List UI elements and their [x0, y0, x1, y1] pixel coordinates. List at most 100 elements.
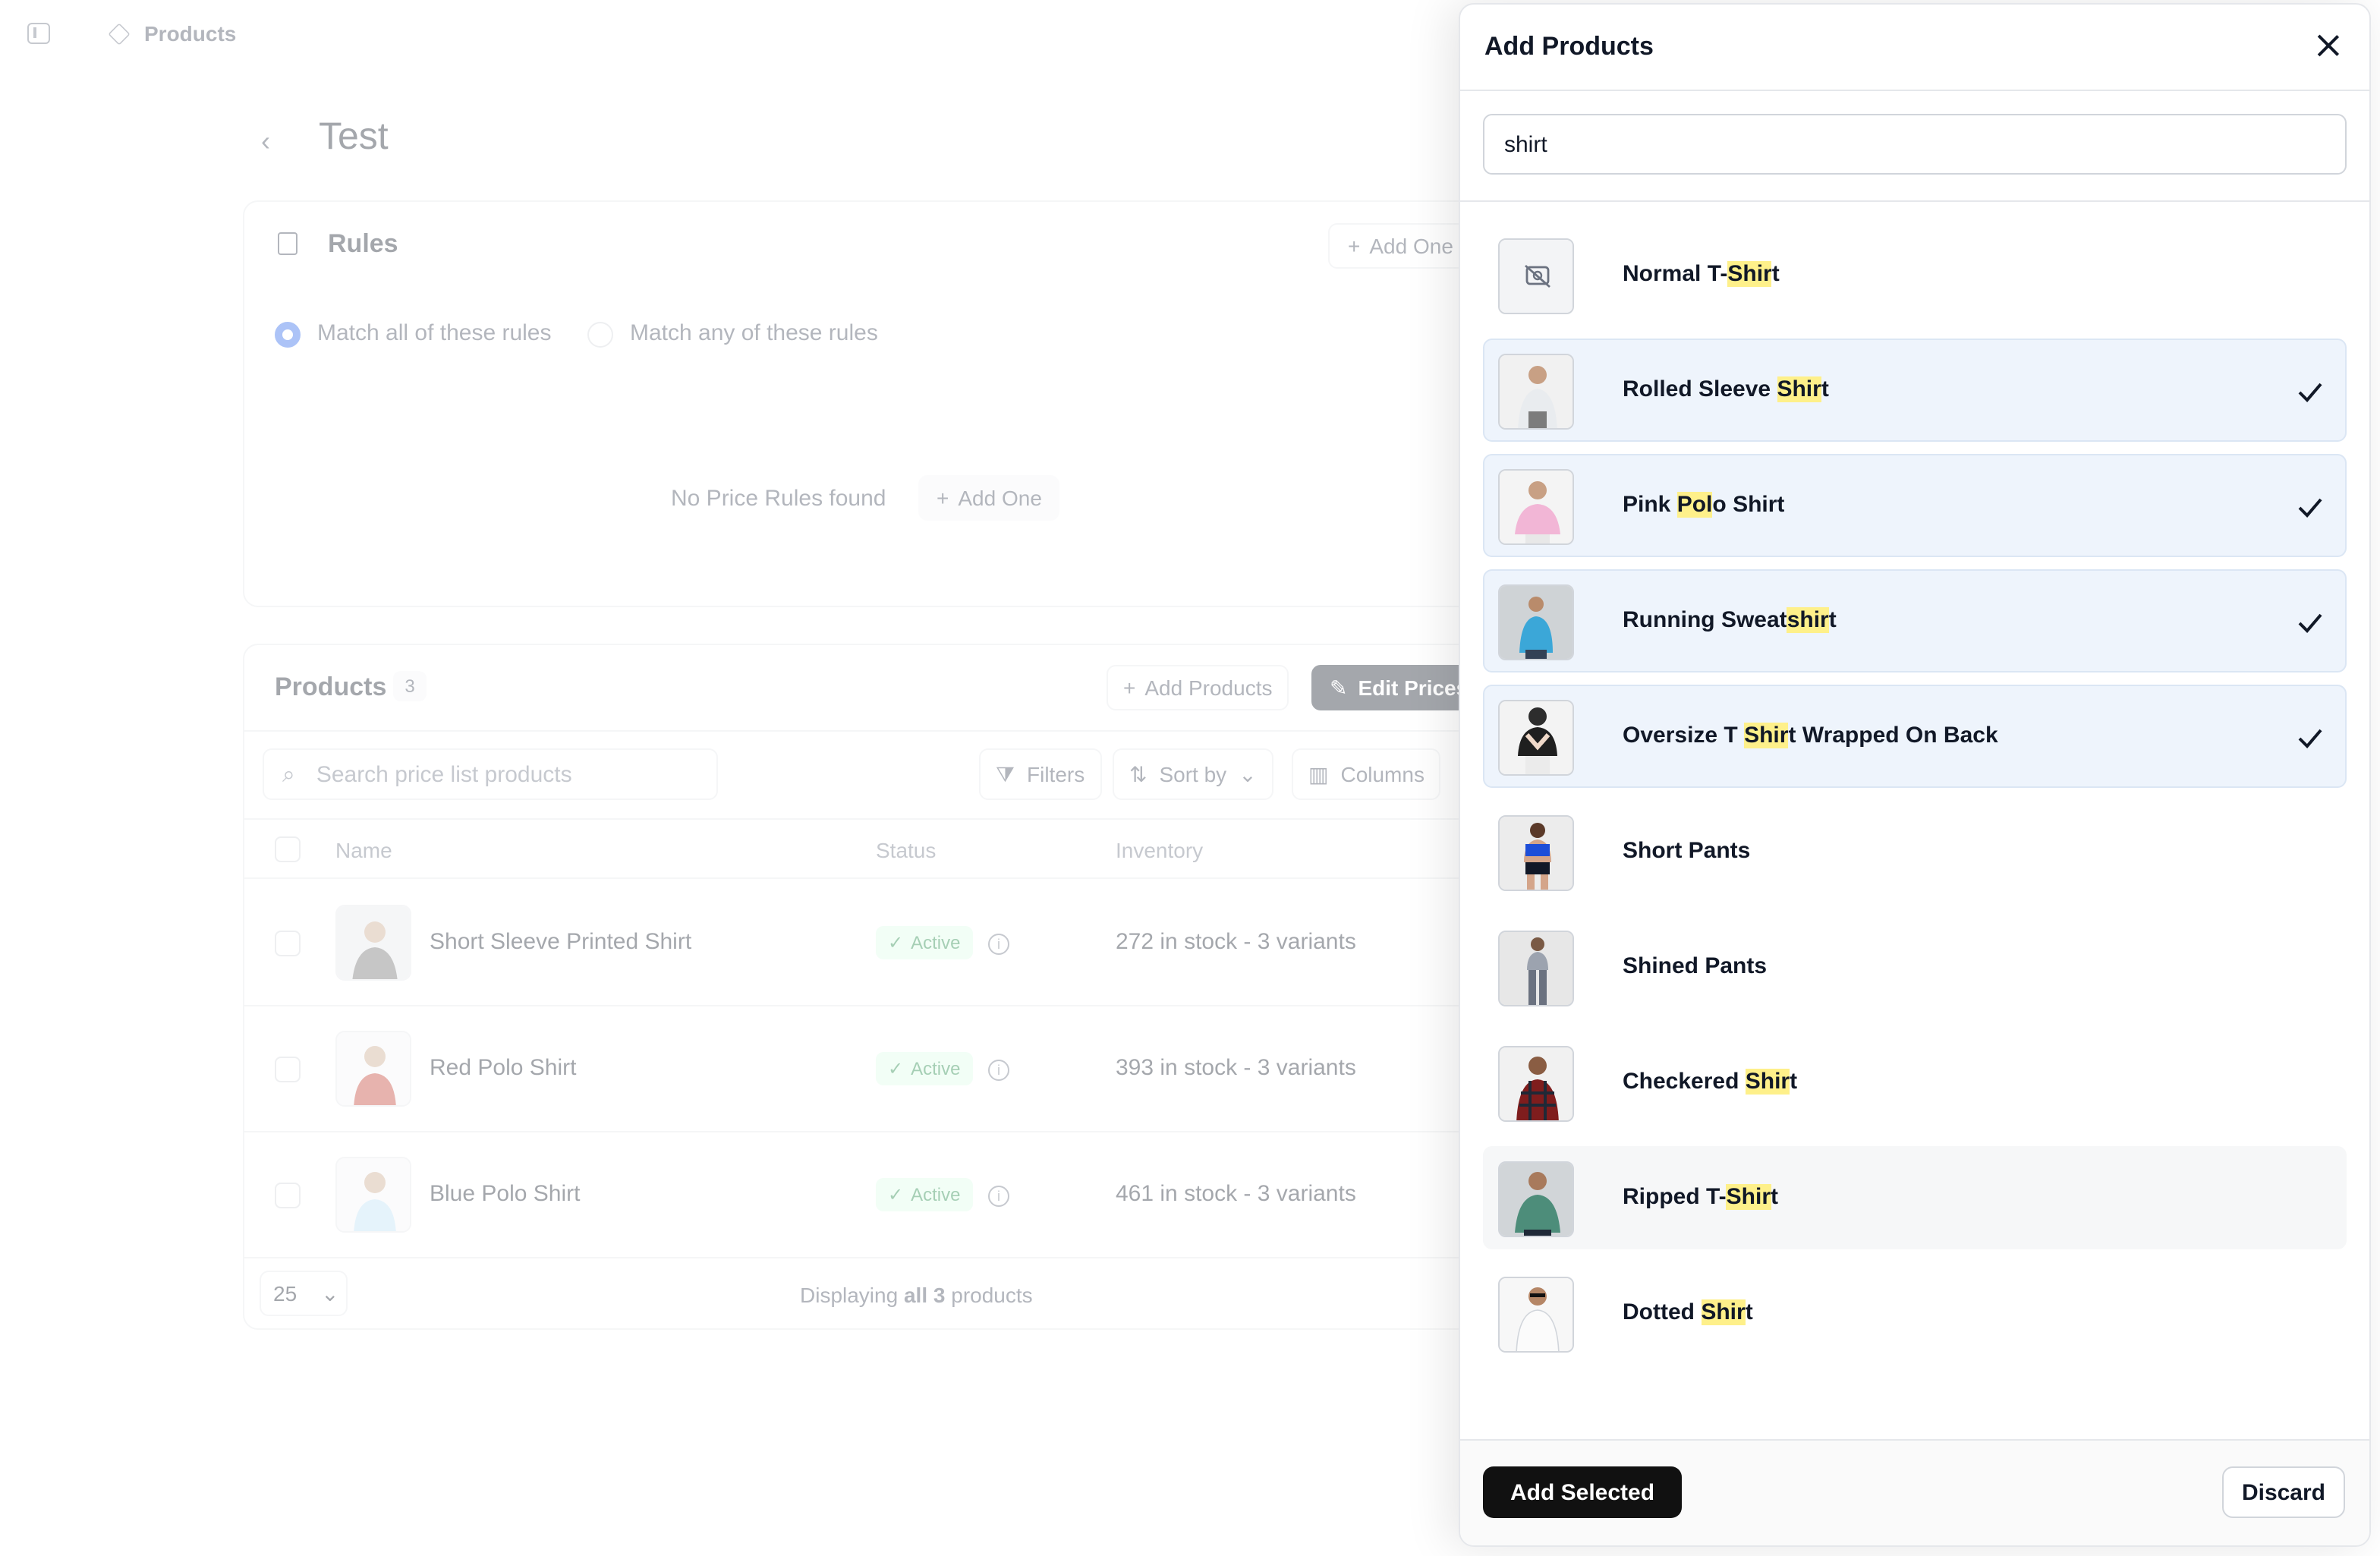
match-any-label: Match any of these rules: [630, 320, 878, 346]
app-root: Products ‹ Test Rules + Add One Match al…: [0, 0, 2380, 1556]
search-highlight: shir: [1787, 607, 1829, 633]
info-icon[interactable]: i: [988, 934, 1009, 955]
modal-title: Add Products: [1484, 32, 1654, 61]
product-thumbnail: [335, 905, 411, 981]
status-text: Active: [911, 1058, 961, 1079]
page-size-value: 25: [273, 1281, 298, 1306]
sidebar-toggle-icon[interactable]: [27, 23, 50, 44]
modal-header: Add Products: [1460, 5, 2369, 91]
product-thumbnail: [1498, 1161, 1574, 1237]
search-highlight: Shir: [1701, 1299, 1746, 1325]
products-title: Products: [275, 672, 387, 701]
column-header-inventory[interactable]: Inventory: [1116, 838, 1203, 862]
column-header-status[interactable]: Status: [876, 838, 936, 862]
search-highlight: Shir: [1726, 1184, 1771, 1210]
empty-add-rule-button[interactable]: + Add One: [918, 475, 1060, 521]
page-title: Test: [319, 115, 389, 158]
inventory-text: 461 in stock - 3 variants: [1116, 1181, 1356, 1207]
add-products-modal: Add Products Normal T-Shirt Rolled Sleeve…: [1459, 3, 2371, 1547]
search-placeholder: Search price list products: [316, 761, 572, 787]
products-card: Products 3 + Add Products ✎ Edit Prices …: [243, 644, 1503, 1330]
product-thumbnail: [335, 1157, 411, 1233]
add-products-button[interactable]: + Add Products: [1107, 665, 1289, 710]
product-thumbnail: [1498, 1277, 1574, 1353]
select-all-checkbox[interactable]: [275, 836, 301, 862]
page-size-select[interactable]: 25 ⌄: [260, 1271, 348, 1316]
empty-add-rule-label: Add One: [958, 486, 1042, 510]
filters-label: Filters: [1027, 762, 1085, 786]
column-header-name[interactable]: Name: [335, 838, 392, 862]
match-all-radio[interactable]: [275, 322, 301, 348]
inventory-text: 393 in stock - 3 variants: [1116, 1055, 1356, 1081]
row-checkbox[interactable]: [275, 931, 301, 956]
rules-card: Rules + Add One Match all of these rules…: [243, 200, 1503, 607]
sort-icon: ⇅: [1129, 761, 1148, 786]
product-result-item[interactable]: Oversize T Shirt Wrapped On Back: [1483, 685, 2347, 788]
package-icon: [108, 23, 131, 46]
sort-button[interactable]: ⇅ Sort by ⌄: [1113, 748, 1273, 800]
search-highlight: Shir: [1727, 261, 1772, 287]
image-placeholder-icon: [1498, 238, 1574, 314]
table-row[interactable]: Blue Polo Shirt ✓ Active i 461 in stock -…: [244, 1132, 1501, 1258]
product-name[interactable]: Blue Polo Shirt: [430, 1181, 580, 1207]
pagination-summary: Displaying all 3 products: [800, 1283, 1033, 1307]
search-highlight: Pol: [1676, 492, 1713, 518]
product-result-item[interactable]: Dotted Shirt: [1483, 1261, 2347, 1365]
product-name[interactable]: Short Sleeve Printed Shirt: [430, 929, 691, 955]
product-result-name: Dotted Shirt: [1623, 1299, 1753, 1325]
rules-icon: [278, 232, 298, 255]
check-icon: ✓: [888, 1058, 904, 1079]
add-rule-label: Add One: [1369, 234, 1453, 258]
product-result-name: Short Pants: [1623, 838, 1751, 864]
product-result-name: Rolled Sleeve Shirt: [1623, 376, 1829, 402]
columns-button[interactable]: ▥ Columns: [1292, 748, 1441, 800]
product-result-item[interactable]: Normal T-Shirt: [1483, 223, 2347, 326]
chevron-down-icon: ⌄: [321, 1280, 339, 1305]
row-checkbox[interactable]: [275, 1057, 301, 1082]
checkmark-icon: [2295, 492, 2325, 522]
product-result-item[interactable]: Ripped T-Shirt: [1483, 1146, 2347, 1249]
table-row[interactable]: Red Polo Shirt ✓ Active i 393 in stock - …: [244, 1006, 1501, 1132]
checkmark-icon: [2295, 723, 2325, 753]
product-result-item[interactable]: Running Sweatshirt: [1483, 569, 2347, 672]
product-result-name: Ripped T-Shirt: [1623, 1184, 1779, 1210]
product-result-name: Shined Pants: [1623, 953, 1768, 979]
rules-title: Rules: [328, 229, 398, 258]
empty-rules-text: No Price Rules found: [671, 486, 886, 512]
discard-button[interactable]: Discard: [2221, 1466, 2345, 1518]
info-icon[interactable]: i: [988, 1060, 1009, 1081]
filters-button[interactable]: ⧩ Filters: [979, 748, 1102, 800]
match-any-radio[interactable]: [587, 322, 613, 348]
result-list: Normal T-Shirt Rolled Sleeve Shirt Pink Po…: [1483, 223, 2347, 1377]
plus-icon: +: [1123, 676, 1136, 700]
product-name[interactable]: Red Polo Shirt: [430, 1055, 576, 1081]
back-chevron-icon[interactable]: ‹: [261, 126, 270, 158]
add-products-label: Add Products: [1144, 676, 1273, 700]
search-highlight: Shir: [1745, 1069, 1790, 1095]
modal-search-section: [1460, 91, 2369, 202]
search-icon: ⌕: [282, 761, 295, 787]
product-result-item[interactable]: Shined Pants: [1483, 915, 2347, 1019]
add-selected-button[interactable]: Add Selected: [1483, 1466, 1683, 1518]
product-search-input[interactable]: [1483, 114, 2347, 175]
product-result-item[interactable]: Short Pants: [1483, 800, 2347, 903]
product-result-item[interactable]: Rolled Sleeve Shirt: [1483, 339, 2347, 442]
products-count-badge: 3: [393, 671, 427, 701]
breadcrumb[interactable]: Products: [144, 21, 236, 46]
product-thumbnail: [1498, 700, 1574, 776]
sort-label: Sort by: [1159, 762, 1227, 786]
check-icon: ✓: [888, 1184, 904, 1205]
status-text: Active: [911, 1184, 961, 1205]
info-icon[interactable]: i: [988, 1186, 1009, 1207]
products-search-input[interactable]: ⌕ Search price list products: [263, 748, 718, 800]
product-result-item[interactable]: Pink Polo Shirt: [1483, 454, 2347, 557]
row-checkbox[interactable]: [275, 1183, 301, 1208]
add-rule-button[interactable]: + Add One: [1328, 223, 1473, 269]
product-result-item[interactable]: Checkered Shirt: [1483, 1031, 2347, 1134]
inventory-text: 272 in stock - 3 variants: [1116, 929, 1356, 955]
plus-icon: +: [937, 486, 949, 510]
close-icon[interactable]: [2315, 32, 2342, 59]
product-thumbnail: [1498, 1046, 1574, 1122]
columns-label: Columns: [1340, 762, 1425, 786]
table-row[interactable]: Short Sleeve Printed Shirt ✓ Active i 272…: [244, 880, 1501, 1006]
